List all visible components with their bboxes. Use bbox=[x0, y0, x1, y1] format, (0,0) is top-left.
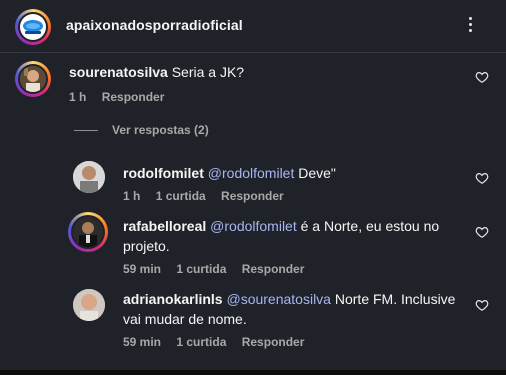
comment-text: Seria a JK? bbox=[171, 64, 245, 80]
reply-username[interactable]: rafabelloreal bbox=[123, 218, 206, 234]
reply-time: 1 h bbox=[123, 189, 141, 203]
heart-icon[interactable] bbox=[475, 298, 489, 312]
comments-panel: apaixonadosporradioficial sourenatosilva… bbox=[0, 0, 506, 370]
user-photo-icon bbox=[73, 289, 105, 321]
reply-likes[interactable]: 1 curtida bbox=[156, 189, 206, 203]
user-photo-icon bbox=[73, 217, 103, 247]
user-photo-icon bbox=[20, 66, 46, 92]
heart-icon[interactable] bbox=[475, 171, 489, 185]
reply-avatar[interactable] bbox=[73, 161, 105, 193]
reply-mention[interactable]: @rodolfomilet bbox=[210, 218, 297, 234]
reply-meta: 59 min 1 curtida Responder bbox=[123, 262, 316, 276]
reply-meta: 1 h 1 curtida Responder bbox=[123, 189, 296, 203]
reply-text: Deve" bbox=[294, 165, 336, 181]
heart-icon[interactable] bbox=[475, 225, 489, 239]
reply-meta: 59 min 1 curtida Responder bbox=[123, 335, 316, 349]
comment-time: 1 h bbox=[69, 90, 87, 104]
divider-line bbox=[74, 129, 98, 131]
reply-button[interactable]: Responder bbox=[102, 90, 165, 104]
reply-avatar[interactable] bbox=[68, 212, 108, 252]
reply-likes[interactable]: 1 curtida bbox=[176, 335, 226, 349]
reply-mention[interactable]: @sourenatosilva bbox=[226, 291, 331, 307]
reply-button[interactable]: Responder bbox=[221, 189, 284, 203]
reply-button[interactable]: Responder bbox=[242, 335, 305, 349]
reply-button[interactable]: Responder bbox=[242, 262, 305, 276]
view-replies-label[interactable]: Ver respostas (2) bbox=[112, 123, 209, 137]
reply-time: 59 min bbox=[123, 262, 162, 276]
more-options-icon[interactable] bbox=[460, 14, 480, 34]
reply-mention[interactable]: @rodolfomilet bbox=[208, 165, 295, 181]
comment-username[interactable]: sourenatosilva bbox=[69, 64, 168, 80]
post-author-username[interactable]: apaixonadosporradioficial bbox=[66, 17, 243, 33]
reply-username[interactable]: adrianokarlinls bbox=[123, 291, 223, 307]
view-replies-toggle[interactable]: Ver respostas (2) bbox=[74, 123, 209, 137]
reply-likes[interactable]: 1 curtida bbox=[176, 262, 226, 276]
heart-icon[interactable] bbox=[475, 70, 489, 84]
post-author-avatar[interactable] bbox=[15, 9, 51, 45]
commenter-avatar[interactable] bbox=[15, 61, 51, 97]
reply-avatar[interactable] bbox=[73, 289, 105, 321]
post-header: apaixonadosporradioficial bbox=[0, 0, 506, 53]
bottom-edge bbox=[0, 370, 506, 375]
reply-username[interactable]: rodolfomilet bbox=[123, 165, 204, 181]
user-photo-icon bbox=[73, 161, 105, 193]
comment-meta: 1 h Responder bbox=[69, 90, 176, 104]
reply-time: 59 min bbox=[123, 335, 162, 349]
radio-logo-icon bbox=[23, 20, 43, 34]
